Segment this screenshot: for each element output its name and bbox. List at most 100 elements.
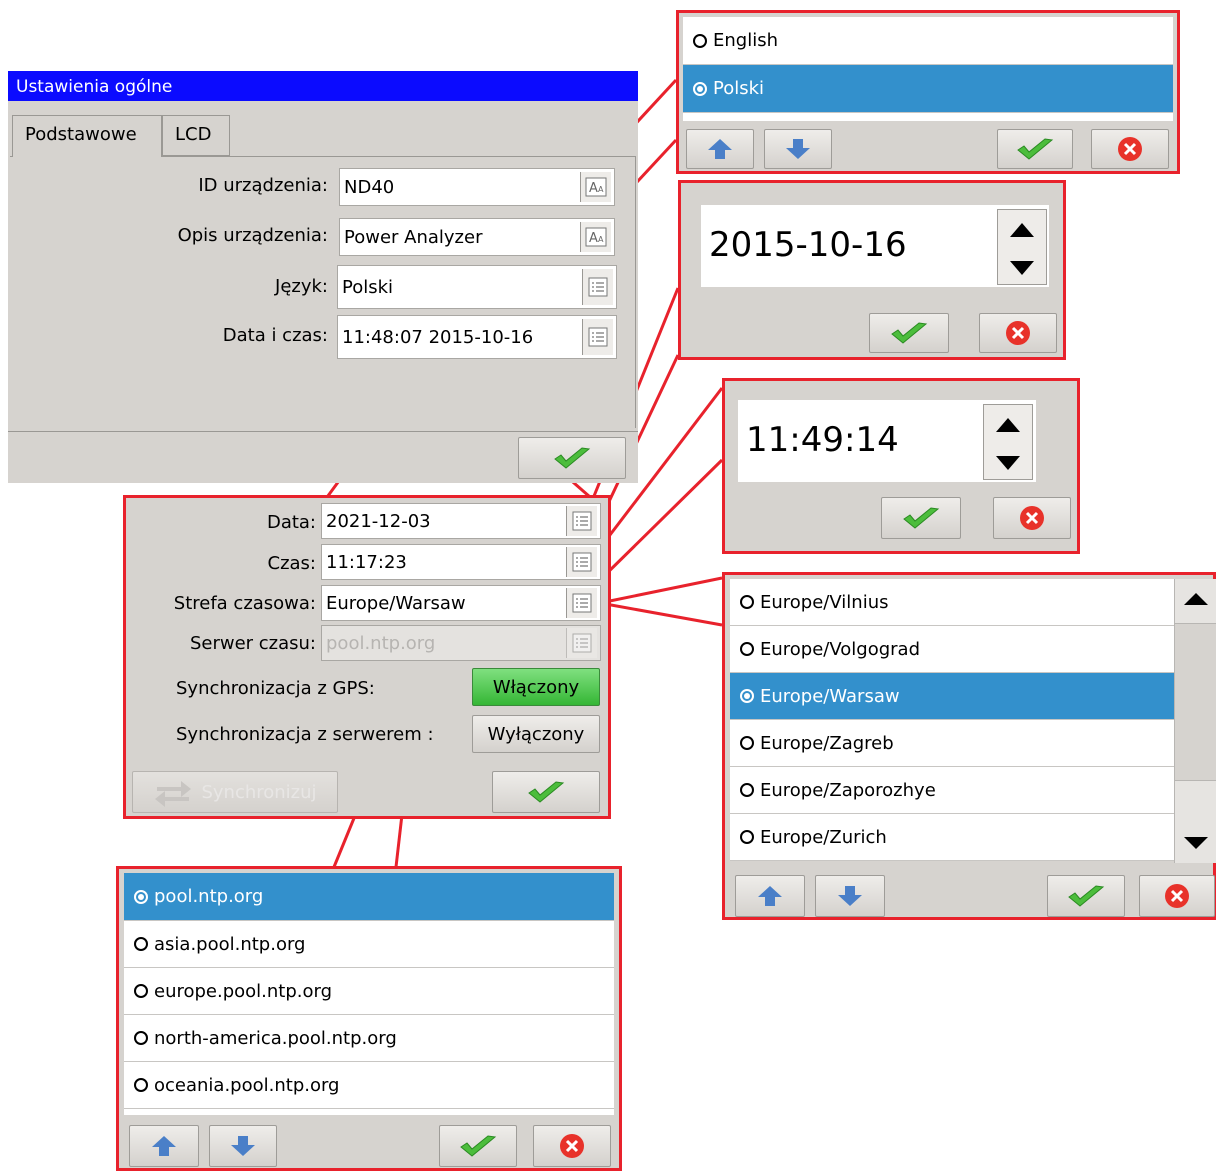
list-item[interactable]: Europe/Vilnius [730, 579, 1174, 626]
cancel-button[interactable] [1091, 129, 1169, 169]
tab-lcd[interactable]: LCD [162, 115, 230, 156]
list-item[interactable]: europe.pool.ntp.org [124, 968, 614, 1015]
footer-divider [8, 431, 638, 432]
server-sync-label: Synchronizacja z serwerem : [176, 724, 434, 745]
move-up-button[interactable] [735, 875, 805, 917]
keyboard-icon[interactable]: AA [580, 222, 611, 252]
ok-button[interactable] [439, 1125, 517, 1167]
close-icon [1006, 321, 1030, 345]
list-item[interactable]: north-america.pool.ntp.org [124, 1015, 614, 1062]
cancel-button[interactable] [993, 497, 1071, 539]
device-id-label: ID urządzenia: [198, 175, 328, 196]
list-icon [566, 628, 597, 658]
list-icon[interactable] [582, 269, 613, 305]
decrement-icon[interactable] [998, 251, 1046, 288]
list-item-selected[interactable]: Polski [683, 65, 1173, 113]
ok-button[interactable] [881, 497, 961, 539]
list-icon[interactable] [566, 588, 597, 618]
gps-sync-toggle[interactable]: Włączony [472, 668, 600, 706]
list-item[interactable]: Europe/Zurich [730, 814, 1174, 861]
ok-button[interactable] [1047, 875, 1125, 917]
list-item[interactable]: Europe/Volgograd [730, 626, 1174, 673]
date-spinner[interactable] [997, 209, 1047, 285]
language-field[interactable]: Polski [337, 265, 617, 309]
list-item[interactable]: Europe/Zagreb [730, 720, 1174, 767]
device-desc-field[interactable]: Power Analyzer AA [339, 218, 615, 256]
svg-text:A: A [589, 181, 598, 196]
cancel-button[interactable] [1139, 875, 1215, 917]
date-value: 2021-12-03 [326, 510, 431, 532]
sync-arrows-icon [155, 781, 192, 807]
close-icon [1165, 884, 1189, 908]
list-icon[interactable] [566, 547, 597, 577]
increment-icon[interactable] [998, 210, 1046, 247]
list-item-label: Europe/Warsaw [760, 685, 900, 707]
scrollbar[interactable] [1174, 579, 1216, 863]
list-item-selected[interactable]: Europe/Warsaw [730, 673, 1174, 720]
move-up-button[interactable] [686, 129, 754, 169]
timezone-label: Strefa czasowa: [173, 593, 316, 614]
list-item[interactable]: asia.pool.ntp.org [124, 921, 614, 968]
timezone-value: Europe/Warsaw [326, 592, 466, 614]
cancel-button[interactable] [979, 313, 1057, 353]
datetime-label: Data i czas: [222, 325, 328, 346]
window-title: Ustawienia ogólne [8, 71, 638, 101]
date-field[interactable]: 2021-12-03 [321, 503, 601, 539]
ok-button[interactable] [518, 437, 626, 479]
checkmark-icon [891, 322, 928, 344]
list-item-label: Europe/Zurich [760, 826, 887, 848]
scroll-thumb[interactable] [1175, 623, 1216, 781]
checkmark-icon [554, 447, 591, 469]
list-item[interactable]: Europe/Zaporozhye [730, 767, 1174, 814]
time-value: 11:17:23 [326, 551, 407, 573]
radio-icon [740, 830, 754, 844]
decrement-icon[interactable] [984, 446, 1032, 483]
ok-button[interactable] [492, 771, 600, 813]
list-icon[interactable] [582, 319, 613, 355]
list-item-label: europe.pool.ntp.org [154, 980, 333, 1002]
scroll-up-icon[interactable] [1175, 579, 1216, 619]
increment-icon[interactable] [984, 405, 1032, 442]
time-field[interactable]: 11:17:23 [321, 544, 601, 580]
move-down-button[interactable] [764, 129, 832, 169]
svg-text:A: A [598, 185, 604, 194]
time-editor-dialog: 11:49:14 [722, 378, 1080, 554]
time-server-label: Serwer czasu: [189, 633, 316, 654]
list-item-label: pool.ntp.org [154, 886, 264, 907]
cancel-button[interactable] [533, 1125, 611, 1167]
list-icon[interactable] [566, 506, 597, 536]
radio-icon [134, 937, 148, 951]
date-editor-value: 2015-10-16 [709, 225, 907, 265]
move-down-button[interactable] [209, 1125, 277, 1167]
list-item[interactable]: oceania.pool.ntp.org [124, 1062, 614, 1109]
arrow-down-icon [786, 139, 810, 159]
move-up-button[interactable] [129, 1125, 199, 1167]
date-label: Data: [266, 512, 316, 533]
time-editor-value: 11:49:14 [746, 420, 899, 460]
time-spinner[interactable] [983, 404, 1033, 480]
ok-button[interactable] [997, 129, 1073, 169]
arrow-up-icon [758, 886, 782, 906]
list-item-selected[interactable]: pool.ntp.org [124, 873, 614, 921]
tab-podstawowe[interactable]: Podstawowe [12, 115, 162, 157]
scroll-down-icon[interactable] [1175, 823, 1216, 863]
datetime-field[interactable]: 11:48:07 2015-10-16 [337, 315, 617, 359]
arrow-down-icon [838, 886, 862, 906]
checkmark-icon [903, 507, 940, 529]
server-sync-toggle[interactable]: Wyłączony [472, 715, 600, 753]
device-id-field[interactable]: ND40 AA [339, 168, 615, 206]
general-settings-window: Ustawienia ogólne Podstawowe LCD ID urzą… [8, 71, 638, 483]
list-item-label: asia.pool.ntp.org [154, 933, 306, 955]
radio-selected-icon [134, 889, 148, 904]
language-label: Język: [275, 276, 328, 297]
ntp-server-list-dialog: pool.ntp.org asia.pool.ntp.org europe.po… [116, 866, 622, 1171]
timezone-field[interactable]: Europe/Warsaw [321, 585, 601, 621]
move-down-button[interactable] [815, 875, 885, 917]
list-item-label: Polski [713, 78, 765, 99]
close-icon [560, 1134, 584, 1158]
checkmark-icon [460, 1135, 497, 1157]
ok-button[interactable] [869, 313, 949, 353]
device-id-value: ND40 [344, 176, 395, 198]
list-item[interactable]: English [683, 17, 1173, 65]
keyboard-icon[interactable]: AA [580, 172, 611, 202]
